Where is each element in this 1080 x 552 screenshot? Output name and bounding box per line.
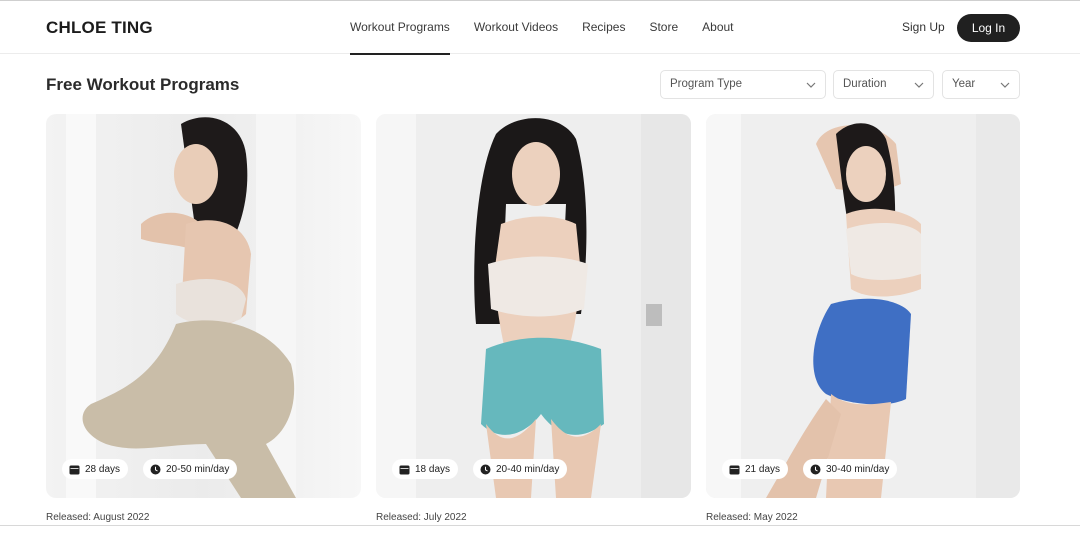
program-photo — [46, 114, 361, 498]
nav-workout-videos[interactable]: Workout Videos — [474, 1, 558, 54]
clock-icon — [810, 464, 821, 475]
chevron-down-icon — [914, 71, 924, 98]
program-card[interactable]: 28 days 20-50 min/day — [46, 114, 361, 498]
program-card[interactable]: 21 days 30-40 min/day — [706, 114, 1020, 498]
minutes-badge: 20-40 min/day — [473, 459, 568, 479]
page-title: Free Workout Programs — [46, 75, 240, 94]
duration-label: Duration — [843, 78, 887, 90]
chevron-down-icon — [1000, 71, 1010, 98]
calendar-icon — [399, 464, 410, 475]
release-date: Released: July 2022 — [376, 512, 467, 523]
program-photo — [706, 114, 1020, 498]
duration-days-badge: 18 days — [392, 459, 459, 479]
clock-icon — [480, 464, 491, 475]
duration-days-badge: 28 days — [62, 459, 129, 479]
release-date: Released: August 2022 — [46, 512, 150, 523]
minutes-text: 20-50 min/day — [166, 463, 230, 475]
minutes-text: 30-40 min/day — [826, 463, 890, 475]
nav-about[interactable]: About — [702, 1, 733, 54]
program-type-select[interactable]: Program Type — [660, 70, 826, 99]
viewport-edge — [0, 525, 1080, 526]
main-nav: Workout Programs Workout Videos Recipes … — [350, 1, 758, 55]
program-card[interactable]: 18 days 20-40 min/day — [376, 114, 691, 498]
calendar-icon — [69, 464, 80, 475]
minutes-badge: 30-40 min/day — [803, 459, 898, 479]
nav-workout-programs[interactable]: Workout Programs — [350, 1, 450, 55]
chevron-down-icon — [806, 71, 816, 98]
minutes-text: 20-40 min/day — [496, 463, 560, 475]
calendar-icon — [729, 464, 740, 475]
program-photo — [376, 114, 691, 498]
duration-days-badge: 21 days — [722, 459, 789, 479]
sign-up-link[interactable]: Sign Up — [902, 20, 945, 34]
days-text: 21 days — [745, 463, 781, 475]
minutes-badge: 20-50 min/day — [143, 459, 238, 479]
clock-icon — [150, 464, 161, 475]
nav-store[interactable]: Store — [649, 1, 678, 54]
year-label: Year — [952, 78, 976, 90]
days-text: 18 days — [415, 463, 451, 475]
release-date: Released: May 2022 — [706, 512, 798, 523]
program-type-label: Program Type — [670, 78, 743, 90]
year-select[interactable]: Year — [942, 70, 1020, 99]
nav-recipes[interactable]: Recipes — [582, 1, 625, 54]
days-text: 28 days — [85, 463, 121, 475]
duration-select[interactable]: Duration — [833, 70, 934, 99]
log-in-button[interactable]: Log In — [957, 14, 1020, 42]
site-header: CHLOE TING Workout Programs Workout Vide… — [0, 1, 1080, 55]
brand-logo[interactable]: CHLOE TING — [46, 18, 153, 38]
